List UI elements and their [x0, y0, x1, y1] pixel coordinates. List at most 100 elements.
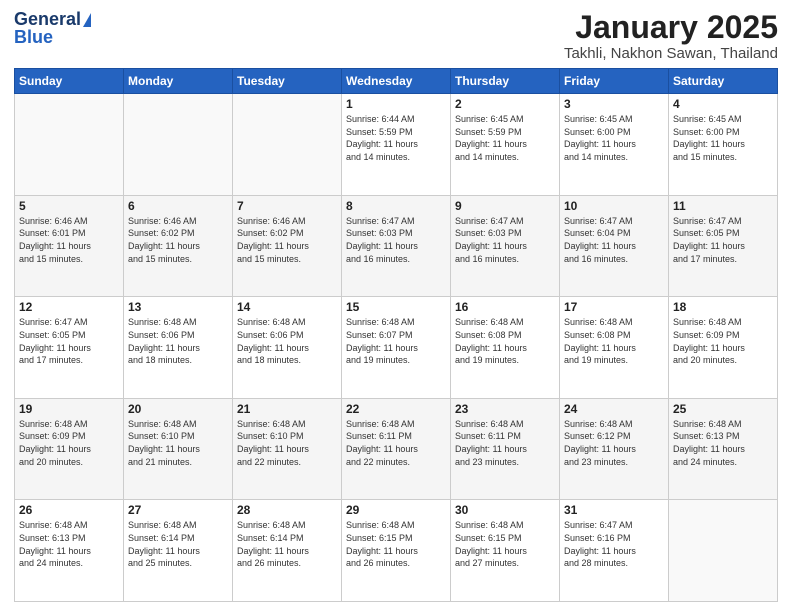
calendar-cell: 20 Sunrise: 6:48 AM Sunset: 6:10 PM Dayli… — [124, 398, 233, 500]
calendar-cell: 5 Sunrise: 6:46 AM Sunset: 6:01 PM Daylig… — [15, 195, 124, 297]
day-number: 14 — [237, 300, 337, 314]
day-number: 7 — [237, 199, 337, 213]
calendar-cell: 16 Sunrise: 6:48 AM Sunset: 6:08 PM Dayli… — [451, 297, 560, 399]
day-number: 13 — [128, 300, 228, 314]
calendar-week-5: 26Sunrise: 6:48 AM Sunset: 6:13 PM Dayli… — [15, 500, 778, 602]
day-number: 11 — [673, 199, 773, 213]
day-number: 23 — [455, 402, 555, 416]
day-number: 18 — [673, 300, 773, 314]
calendar-cell: 14 Sunrise: 6:48 AM Sunset: 6:06 PM Dayli… — [233, 297, 342, 399]
calendar-cell: 19Sunrise: 6:48 AM Sunset: 6:09 PM Dayli… — [15, 398, 124, 500]
calendar-cell: 10 Sunrise: 6:47 AM Sunset: 6:04 PM Dayli… — [560, 195, 669, 297]
day-info: Sunrise: 6:46 AM Sunset: 6:02 PM Dayligh… — [128, 215, 228, 265]
calendar-cell: 25 Sunrise: 6:48 AM Sunset: 6:13 PM Dayli… — [669, 398, 778, 500]
day-info: Sunrise: 6:48 AM Sunset: 6:14 PM Dayligh… — [237, 519, 337, 569]
day-info: Sunrise: 6:48 AM Sunset: 6:10 PM Dayligh… — [237, 418, 337, 468]
day-info: Sunrise: 6:46 AM Sunset: 6:01 PM Dayligh… — [19, 215, 119, 265]
day-info: Sunrise: 6:48 AM Sunset: 6:10 PM Dayligh… — [128, 418, 228, 468]
calendar-cell: 1 Sunrise: 6:44 AM Sunset: 5:59 PM Daylig… — [342, 94, 451, 196]
calendar-cell: 11 Sunrise: 6:47 AM Sunset: 6:05 PM Dayli… — [669, 195, 778, 297]
day-number: 27 — [128, 503, 228, 517]
day-info: Sunrise: 6:45 AM Sunset: 6:00 PM Dayligh… — [673, 113, 773, 163]
calendar-cell: 12Sunrise: 6:47 AM Sunset: 6:05 PM Dayli… — [15, 297, 124, 399]
day-info: Sunrise: 6:45 AM Sunset: 5:59 PM Dayligh… — [455, 113, 555, 163]
calendar-cell: 23 Sunrise: 6:48 AM Sunset: 6:11 PM Dayli… — [451, 398, 560, 500]
calendar-cell: 2 Sunrise: 6:45 AM Sunset: 5:59 PM Daylig… — [451, 94, 560, 196]
day-number: 17 — [564, 300, 664, 314]
calendar-cell: 29 Sunrise: 6:48 AM Sunset: 6:15 PM Dayli… — [342, 500, 451, 602]
day-number: 2 — [455, 97, 555, 111]
calendar-subtitle: Takhli, Nakhon Sawan, Thailand — [564, 45, 778, 62]
day-number: 20 — [128, 402, 228, 416]
logo-triangle-icon — [83, 13, 91, 27]
calendar-cell: 6 Sunrise: 6:46 AM Sunset: 6:02 PM Daylig… — [124, 195, 233, 297]
day-info: Sunrise: 6:44 AM Sunset: 5:59 PM Dayligh… — [346, 113, 446, 163]
day-info: Sunrise: 6:48 AM Sunset: 6:08 PM Dayligh… — [455, 316, 555, 366]
calendar-cell: 26Sunrise: 6:48 AM Sunset: 6:13 PM Dayli… — [15, 500, 124, 602]
day-info: Sunrise: 6:47 AM Sunset: 6:03 PM Dayligh… — [455, 215, 555, 265]
calendar-cell: 18Sunrise: 6:48 AM Sunset: 6:09 PM Dayli… — [669, 297, 778, 399]
day-info: Sunrise: 6:48 AM Sunset: 6:08 PM Dayligh… — [564, 316, 664, 366]
calendar-cell: 24Sunrise: 6:48 AM Sunset: 6:12 PM Dayli… — [560, 398, 669, 500]
day-info: Sunrise: 6:48 AM Sunset: 6:11 PM Dayligh… — [346, 418, 446, 468]
day-number: 25 — [673, 402, 773, 416]
day-info: Sunrise: 6:48 AM Sunset: 6:09 PM Dayligh… — [19, 418, 119, 468]
day-number: 8 — [346, 199, 446, 213]
day-number: 6 — [128, 199, 228, 213]
logo: General Blue — [14, 10, 91, 48]
day-number: 1 — [346, 97, 446, 111]
day-number: 29 — [346, 503, 446, 517]
day-info: Sunrise: 6:46 AM Sunset: 6:02 PM Dayligh… — [237, 215, 337, 265]
logo-blue: Blue — [14, 28, 53, 48]
weekday-header-monday: Monday — [124, 69, 233, 94]
weekday-header-tuesday: Tuesday — [233, 69, 342, 94]
weekday-header-sunday: Sunday — [15, 69, 124, 94]
day-number: 21 — [237, 402, 337, 416]
calendar-week-2: 5 Sunrise: 6:46 AM Sunset: 6:01 PM Daylig… — [15, 195, 778, 297]
day-info: Sunrise: 6:48 AM Sunset: 6:15 PM Dayligh… — [346, 519, 446, 569]
day-number: 28 — [237, 503, 337, 517]
day-number: 10 — [564, 199, 664, 213]
day-info: Sunrise: 6:48 AM Sunset: 6:14 PM Dayligh… — [128, 519, 228, 569]
day-number: 30 — [455, 503, 555, 517]
day-number: 16 — [455, 300, 555, 314]
calendar-cell: 30Sunrise: 6:48 AM Sunset: 6:15 PM Dayli… — [451, 500, 560, 602]
calendar-cell: 22 Sunrise: 6:48 AM Sunset: 6:11 PM Dayli… — [342, 398, 451, 500]
day-number: 5 — [19, 199, 119, 213]
day-info: Sunrise: 6:47 AM Sunset: 6:16 PM Dayligh… — [564, 519, 664, 569]
weekday-header-saturday: Saturday — [669, 69, 778, 94]
page: General Blue January 2025 Takhli, Nakhon… — [0, 0, 792, 612]
calendar-title: January 2025 — [564, 10, 778, 45]
day-info: Sunrise: 6:48 AM Sunset: 6:06 PM Dayligh… — [237, 316, 337, 366]
calendar-cell: 17 Sunrise: 6:48 AM Sunset: 6:08 PM Dayli… — [560, 297, 669, 399]
calendar-cell: 13Sunrise: 6:48 AM Sunset: 6:06 PM Dayli… — [124, 297, 233, 399]
day-number: 31 — [564, 503, 664, 517]
day-number: 24 — [564, 402, 664, 416]
day-number: 4 — [673, 97, 773, 111]
day-info: Sunrise: 6:47 AM Sunset: 6:05 PM Dayligh… — [673, 215, 773, 265]
calendar-cell: 15Sunrise: 6:48 AM Sunset: 6:07 PM Dayli… — [342, 297, 451, 399]
calendar-cell: 4 Sunrise: 6:45 AM Sunset: 6:00 PM Daylig… — [669, 94, 778, 196]
calendar-week-4: 19Sunrise: 6:48 AM Sunset: 6:09 PM Dayli… — [15, 398, 778, 500]
day-info: Sunrise: 6:48 AM Sunset: 6:07 PM Dayligh… — [346, 316, 446, 366]
day-info: Sunrise: 6:47 AM Sunset: 6:03 PM Dayligh… — [346, 215, 446, 265]
day-number: 9 — [455, 199, 555, 213]
calendar-cell: 8 Sunrise: 6:47 AM Sunset: 6:03 PM Daylig… — [342, 195, 451, 297]
header-right: January 2025 Takhli, Nakhon Sawan, Thail… — [564, 10, 778, 62]
day-number: 26 — [19, 503, 119, 517]
day-info: Sunrise: 6:47 AM Sunset: 6:04 PM Dayligh… — [564, 215, 664, 265]
calendar-week-1: 1 Sunrise: 6:44 AM Sunset: 5:59 PM Daylig… — [15, 94, 778, 196]
calendar-week-3: 12Sunrise: 6:47 AM Sunset: 6:05 PM Dayli… — [15, 297, 778, 399]
day-number: 3 — [564, 97, 664, 111]
calendar-cell: 31 Sunrise: 6:47 AM Sunset: 6:16 PM Dayli… — [560, 500, 669, 602]
day-info: Sunrise: 6:48 AM Sunset: 6:11 PM Dayligh… — [455, 418, 555, 468]
calendar-cell: 28 Sunrise: 6:48 AM Sunset: 6:14 PM Dayli… — [233, 500, 342, 602]
calendar-cell — [15, 94, 124, 196]
day-number: 12 — [19, 300, 119, 314]
day-info: Sunrise: 6:48 AM Sunset: 6:13 PM Dayligh… — [673, 418, 773, 468]
day-number: 22 — [346, 402, 446, 416]
calendar-cell: 7 Sunrise: 6:46 AM Sunset: 6:02 PM Daylig… — [233, 195, 342, 297]
calendar-cell: 27 Sunrise: 6:48 AM Sunset: 6:14 PM Dayli… — [124, 500, 233, 602]
calendar-cell — [124, 94, 233, 196]
calendar-cell: 21 Sunrise: 6:48 AM Sunset: 6:10 PM Dayli… — [233, 398, 342, 500]
